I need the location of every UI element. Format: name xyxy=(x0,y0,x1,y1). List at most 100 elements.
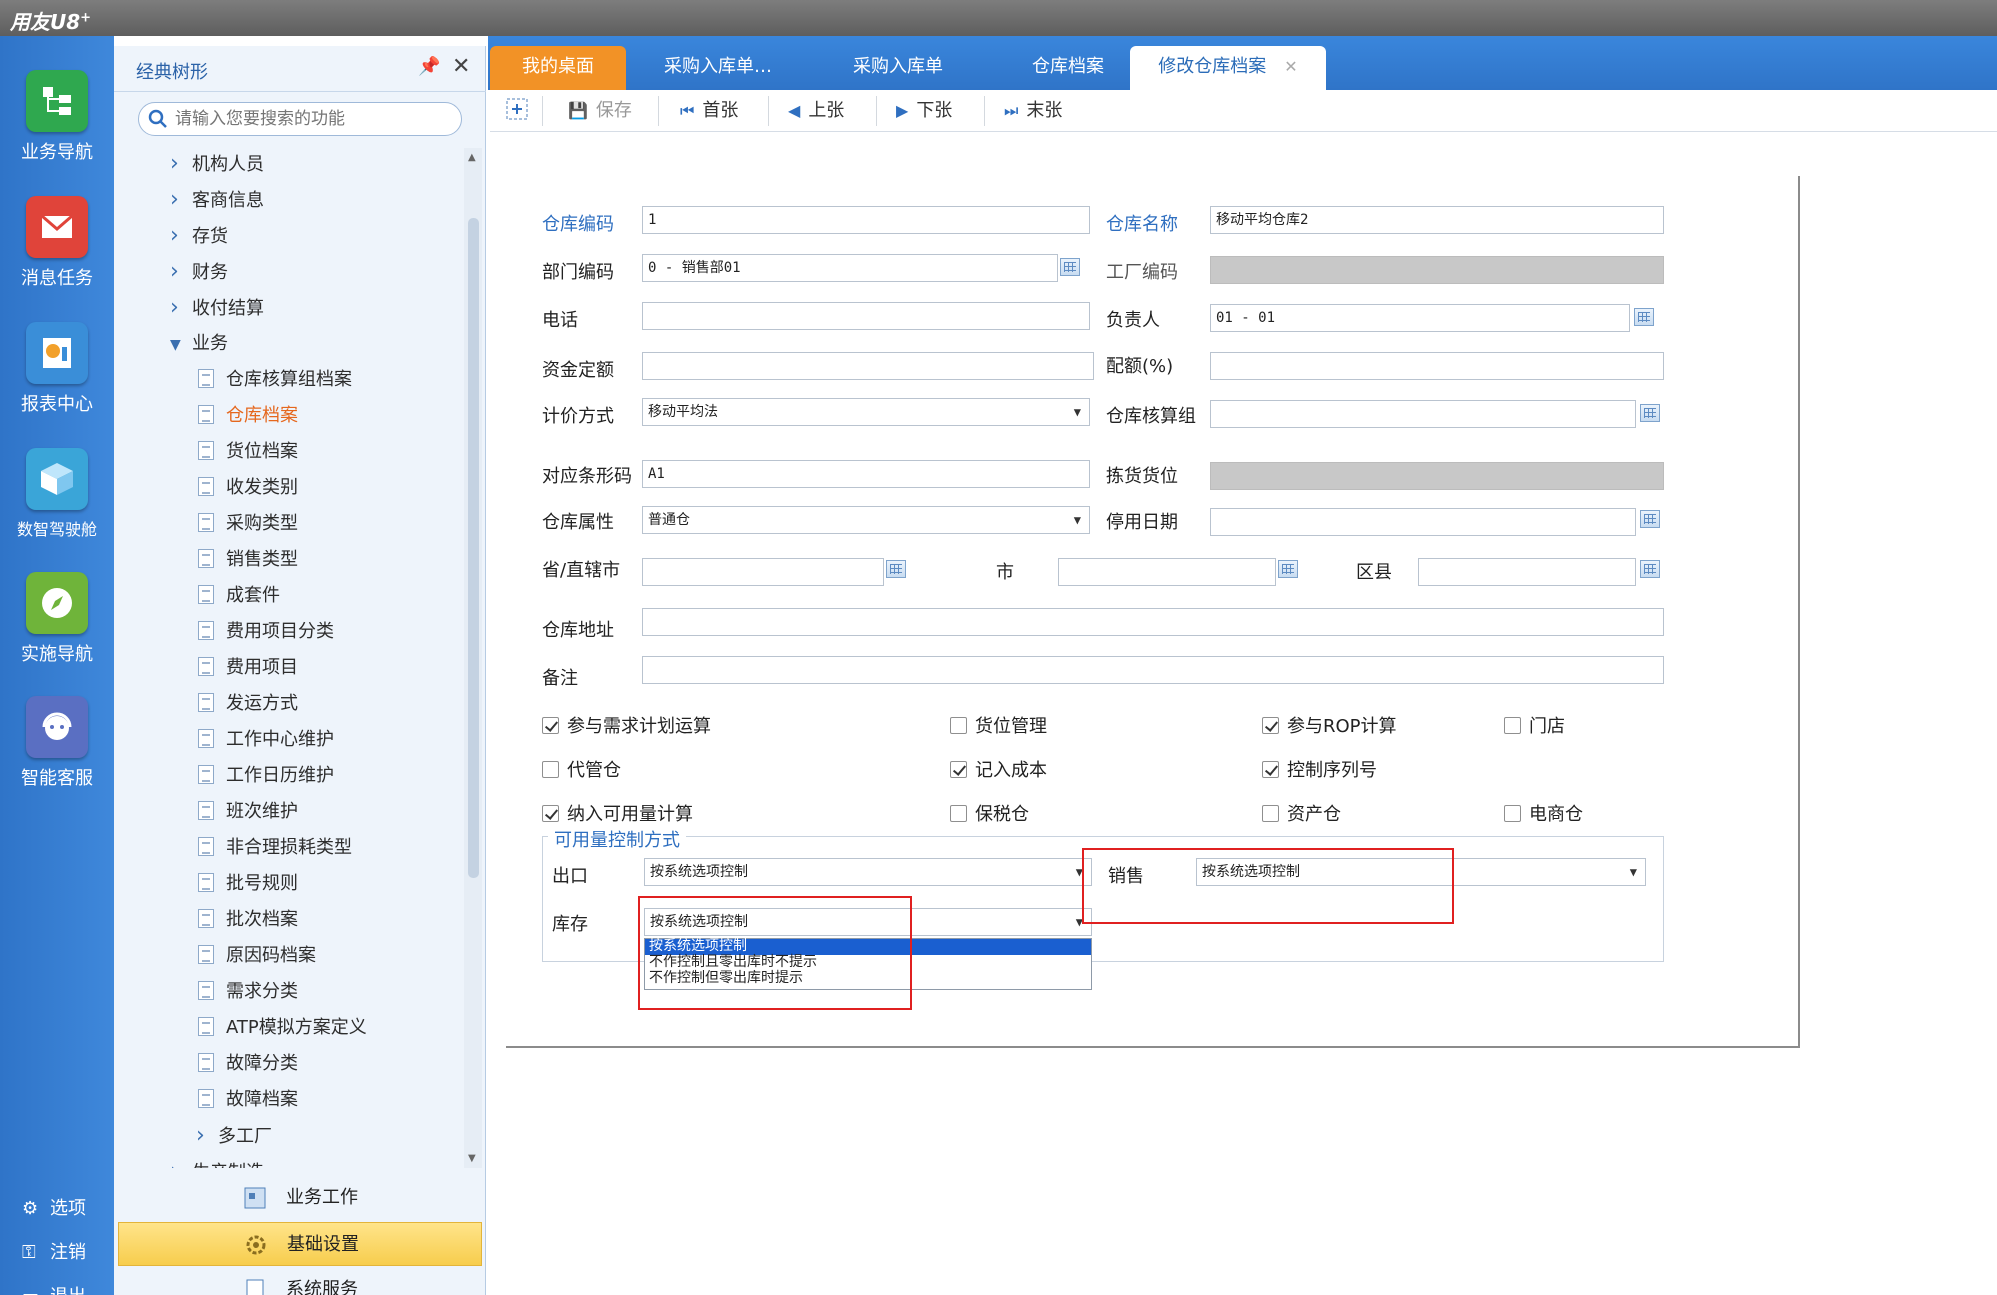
checkbox-item[interactable]: 纳入可用量计算 xyxy=(542,800,693,826)
warehouse-attr-select[interactable]: 普通仓 ▼ xyxy=(642,506,1090,534)
tree-node[interactable]: 工作中心维护 xyxy=(198,724,334,756)
pricing-method-select[interactable]: 移动平均法 ▼ xyxy=(642,398,1090,426)
tree-node[interactable]: 原因码档案 xyxy=(198,940,316,972)
rail-message-task[interactable]: 消息任务 xyxy=(0,196,114,290)
tree-node[interactable]: › 存货 xyxy=(170,220,228,252)
tree-node[interactable]: 故障分类 xyxy=(198,1048,298,1080)
last-record-button[interactable]: ⏭ 末张 xyxy=(1004,98,1062,124)
rail-exit[interactable]: ▭退出 xyxy=(22,1282,86,1295)
chevron-right-icon[interactable]: › xyxy=(196,1120,218,1152)
tree-node[interactable]: 货位档案 xyxy=(198,436,298,468)
checkbox-unchecked[interactable] xyxy=(950,805,967,822)
rail-cockpit[interactable]: 数智驾驶舱 xyxy=(0,448,114,540)
tree-node[interactable]: 班次维护 xyxy=(198,796,298,828)
tab-my-desktop[interactable]: 我的桌面 xyxy=(490,46,626,90)
tree-node[interactable]: 费用项目 xyxy=(198,652,298,684)
checkbox-checked[interactable] xyxy=(1262,761,1279,778)
owner-ref-icon[interactable] xyxy=(1634,308,1654,326)
checkbox-item[interactable]: 门店 xyxy=(1504,712,1565,738)
tree-node[interactable]: 需求分类 xyxy=(198,976,298,1008)
next-record-button[interactable]: ▶ 下张 xyxy=(896,98,952,124)
district-ref-icon[interactable] xyxy=(1640,560,1660,578)
tree-node[interactable]: 采购类型 xyxy=(198,508,298,540)
checkbox-unchecked[interactable] xyxy=(542,761,559,778)
pin-icon[interactable]: 📌 xyxy=(418,56,440,77)
rail-logout[interactable]: ⚿ 注销 xyxy=(22,1238,86,1264)
checkbox-item[interactable]: 参与ROP计算 xyxy=(1262,712,1397,738)
city-ref-icon[interactable] xyxy=(1278,560,1298,578)
checkbox-checked[interactable] xyxy=(1262,717,1279,734)
chevron-right-icon[interactable]: › xyxy=(170,220,192,252)
tree-node[interactable]: 发运方式 xyxy=(198,688,298,720)
tree-node[interactable]: 仓库档案 xyxy=(198,400,298,432)
rail-report-center[interactable]: 报表中心 xyxy=(0,322,114,416)
tree-node[interactable]: 批次档案 xyxy=(198,904,298,936)
checkbox-item[interactable]: 控制序列号 xyxy=(1262,756,1377,782)
tree-node[interactable]: 工作日历维护 xyxy=(198,760,334,792)
checkbox-unchecked[interactable] xyxy=(950,717,967,734)
tree-node[interactable]: 费用项目分类 xyxy=(198,616,334,648)
checkbox-item[interactable]: 电商仓 xyxy=(1504,800,1583,826)
save-button[interactable]: 💾 保存 xyxy=(568,98,632,124)
address-field[interactable] xyxy=(642,608,1664,636)
checkbox-unchecked[interactable] xyxy=(1504,805,1521,822)
tree-node[interactable]: 销售类型 xyxy=(198,544,298,576)
tab-edit-warehouse-archive[interactable]: 修改仓库档案 ✕ xyxy=(1130,46,1326,90)
tree-node[interactable]: 非合理损耗类型 xyxy=(198,832,352,864)
footer-system-service[interactable]: 系统服务 xyxy=(118,1268,482,1295)
checkbox-unchecked[interactable] xyxy=(1504,717,1521,734)
chevron-right-icon[interactable]: › xyxy=(170,184,192,216)
tree-node[interactable]: › 收付结算 xyxy=(170,292,264,324)
checkbox-item[interactable]: 参与需求计划运算 xyxy=(542,712,711,738)
chevron-down-icon[interactable]: ▼ xyxy=(1074,399,1081,425)
export-select[interactable]: 按系统选项控制 ▼ xyxy=(644,858,1092,886)
district-field[interactable] xyxy=(1418,558,1636,586)
checkbox-item[interactable]: 代管仓 xyxy=(542,756,621,782)
tab-purchase-receipt[interactable]: 采购入库单 xyxy=(818,46,978,90)
tree-node[interactable]: ATP模拟方案定义 xyxy=(198,1012,367,1044)
fund-quota-field[interactable] xyxy=(642,352,1094,380)
barcode-field[interactable]: A1 xyxy=(642,460,1090,488)
rail-options[interactable]: ⚙ 选项 xyxy=(22,1194,86,1220)
province-field[interactable] xyxy=(642,558,884,586)
checkbox-item[interactable]: 货位管理 xyxy=(950,712,1047,738)
checkbox-checked[interactable] xyxy=(542,717,559,734)
tree-search-input[interactable] xyxy=(175,107,455,131)
rail-implementation-nav[interactable]: 实施导航 xyxy=(0,572,114,666)
tree-node[interactable]: 故障档案 xyxy=(198,1084,298,1116)
acct-group-field[interactable] xyxy=(1210,400,1636,428)
tab-purchase-receipt-list[interactable]: 采购入库单… xyxy=(638,46,798,90)
tree-node[interactable]: › 财务 xyxy=(170,256,228,288)
checkbox-item[interactable]: 资产仓 xyxy=(1262,800,1341,826)
tab-warehouse-archive[interactable]: 仓库档案 xyxy=(988,46,1148,90)
tree-node[interactable]: 仓库核算组档案 xyxy=(198,364,352,396)
chevron-right-icon[interactable]: › xyxy=(170,256,192,288)
chevron-right-icon[interactable]: › xyxy=(170,1156,192,1168)
stop-date-field[interactable] xyxy=(1210,508,1636,536)
tab-close-icon[interactable]: ✕ xyxy=(1284,57,1297,76)
calendar-icon[interactable] xyxy=(1640,510,1660,528)
scroll-up-icon[interactable]: ▲ xyxy=(468,152,476,163)
scroll-thumb[interactable] xyxy=(468,218,479,878)
checkbox-checked[interactable] xyxy=(542,805,559,822)
footer-basic-settings[interactable]: 基础设置 xyxy=(118,1222,482,1266)
first-record-button[interactable]: ⏮ 首张 xyxy=(680,98,738,124)
tree-node[interactable]: ▼ 业务 xyxy=(170,328,228,360)
tree-node[interactable]: 收发类别 xyxy=(198,472,298,504)
phone-field[interactable] xyxy=(642,302,1090,330)
rail-business-nav[interactable]: 业务导航 xyxy=(0,70,114,164)
tree-node[interactable]: › 客商信息 xyxy=(170,184,264,216)
chevron-right-icon[interactable]: › xyxy=(170,292,192,324)
checkbox-unchecked[interactable] xyxy=(1262,805,1279,822)
scroll-down-icon[interactable]: ▼ xyxy=(468,1153,476,1164)
chevron-right-icon[interactable]: › xyxy=(170,148,192,180)
close-icon[interactable]: ✕ xyxy=(452,54,470,79)
tree-node[interactable]: ›生产制造 xyxy=(170,1156,264,1168)
dept-code-field[interactable]: 0 - 销售部01 xyxy=(642,254,1058,282)
tree-node[interactable]: 批号规则 xyxy=(198,868,298,900)
chevron-down-icon[interactable]: ▼ xyxy=(1630,859,1637,885)
remark-field[interactable] xyxy=(642,656,1664,684)
warehouse-name-field[interactable]: 移动平均仓库2 xyxy=(1210,206,1664,234)
chevron-down-icon[interactable]: ▼ xyxy=(170,329,192,361)
dept-ref-icon[interactable] xyxy=(1060,258,1080,276)
